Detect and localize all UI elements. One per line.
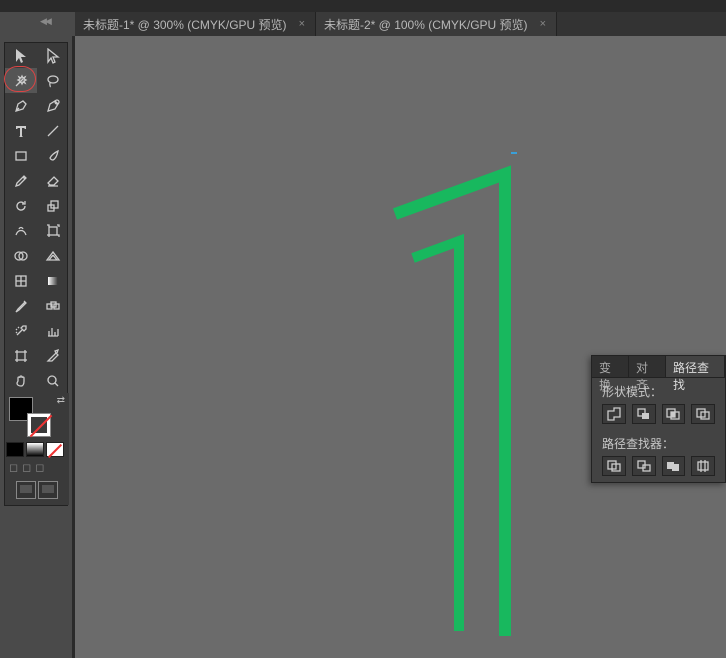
mesh-tool[interactable] <box>5 268 37 293</box>
type-tool[interactable] <box>5 118 37 143</box>
rotate-tool[interactable] <box>5 193 37 218</box>
pathfinder-panel[interactable]: 变换 对齐 路径查找 形状模式： 路径查找器： <box>591 355 726 483</box>
line-segment-tool[interactable] <box>37 118 69 143</box>
curvature-tool[interactable] <box>37 93 69 118</box>
merge-button[interactable] <box>662 456 686 476</box>
shape-builder-tool[interactable] <box>5 243 37 268</box>
slice-tool[interactable] <box>37 343 69 368</box>
document-tab-2[interactable]: 未标题-2* @ 100% (CMYK/GPU 预览) × <box>316 12 557 36</box>
document-tabstrip: 未标题-1* @ 300% (CMYK/GPU 预览) × 未标题-2* @ 1… <box>75 12 726 36</box>
selection-tool[interactable] <box>5 43 37 68</box>
shape-mode-buttons <box>592 402 725 430</box>
draw-behind-icon[interactable]: ◻ <box>22 461 31 474</box>
paintbrush-tool[interactable] <box>37 143 69 168</box>
swap-fill-stroke-icon[interactable]: ⇄ <box>57 395 65 406</box>
rectangle-tool[interactable] <box>5 143 37 168</box>
trim-button[interactable] <box>632 456 656 476</box>
intersect-button[interactable] <box>662 404 686 424</box>
blend-tool[interactable] <box>37 293 69 318</box>
draw-inside-icon[interactable]: ◻ <box>35 461 44 474</box>
zoom-tool[interactable] <box>37 368 69 393</box>
width-tool[interactable] <box>5 218 37 243</box>
panel-tab-pathfinder[interactable]: 路径查找 <box>666 356 725 377</box>
artwork-svg <box>75 36 726 658</box>
close-icon[interactable]: × <box>538 18 548 30</box>
hand-tool[interactable] <box>5 368 37 393</box>
crop-button[interactable] <box>691 456 715 476</box>
magic-wand-tool[interactable] <box>5 68 37 93</box>
pen-tool[interactable] <box>5 93 37 118</box>
direct-selection-tool[interactable] <box>37 43 69 68</box>
scale-tool[interactable] <box>37 193 69 218</box>
fill-stroke-control[interactable]: ⇄ <box>5 393 69 441</box>
eraser-tool[interactable] <box>37 168 69 193</box>
color-mode-row <box>5 441 69 459</box>
panel-tabstrip: 变换 对齐 路径查找 <box>592 356 725 378</box>
divide-button[interactable] <box>602 456 626 476</box>
screen-mode-button[interactable] <box>5 475 69 505</box>
unite-button[interactable] <box>602 404 626 424</box>
eyedropper-tool[interactable] <box>5 293 37 318</box>
column-graph-tool[interactable] <box>37 318 69 343</box>
shape-mode-label: 形状模式： <box>592 378 725 402</box>
color-mode-none[interactable] <box>46 442 64 457</box>
panel-tab-align[interactable]: 对齐 <box>629 356 666 377</box>
pathfinder-buttons <box>592 454 725 482</box>
stroke-swatch[interactable] <box>27 413 51 437</box>
collapse-toolbox-icon[interactable]: ◀◀ <box>40 16 50 27</box>
perspective-grid-tool[interactable] <box>37 243 69 268</box>
artboard-tool[interactable] <box>5 343 37 368</box>
color-mode-solid[interactable] <box>6 442 24 457</box>
lasso-tool[interactable] <box>37 68 69 93</box>
application-topbar <box>0 0 726 12</box>
panel-tab-transform[interactable]: 变换 <box>592 356 629 377</box>
gradient-tool[interactable] <box>37 268 69 293</box>
color-mode-gradient[interactable] <box>26 442 44 457</box>
document-tab-1-label: 未标题-1* @ 300% (CMYK/GPU 预览) <box>83 16 287 33</box>
document-tab-2-label: 未标题-2* @ 100% (CMYK/GPU 预览) <box>324 16 528 33</box>
draw-normal-icon[interactable]: ◻ <box>9 461 18 474</box>
close-icon[interactable]: × <box>297 18 307 30</box>
free-transform-tool[interactable] <box>37 218 69 243</box>
draw-mode-row: ◻ ◻ ◻ <box>5 459 69 475</box>
document-tab-1[interactable]: 未标题-1* @ 300% (CMYK/GPU 预览) × <box>75 12 316 36</box>
canvas-area[interactable] <box>75 36 726 658</box>
pathfinder-label: 路径查找器： <box>592 430 725 454</box>
symbol-sprayer-tool[interactable] <box>5 318 37 343</box>
exclude-button[interactable] <box>691 404 715 424</box>
toolbox: ⇄ ◻ ◻ ◻ <box>4 42 68 506</box>
pencil-tool[interactable] <box>5 168 37 193</box>
minus-front-button[interactable] <box>632 404 656 424</box>
